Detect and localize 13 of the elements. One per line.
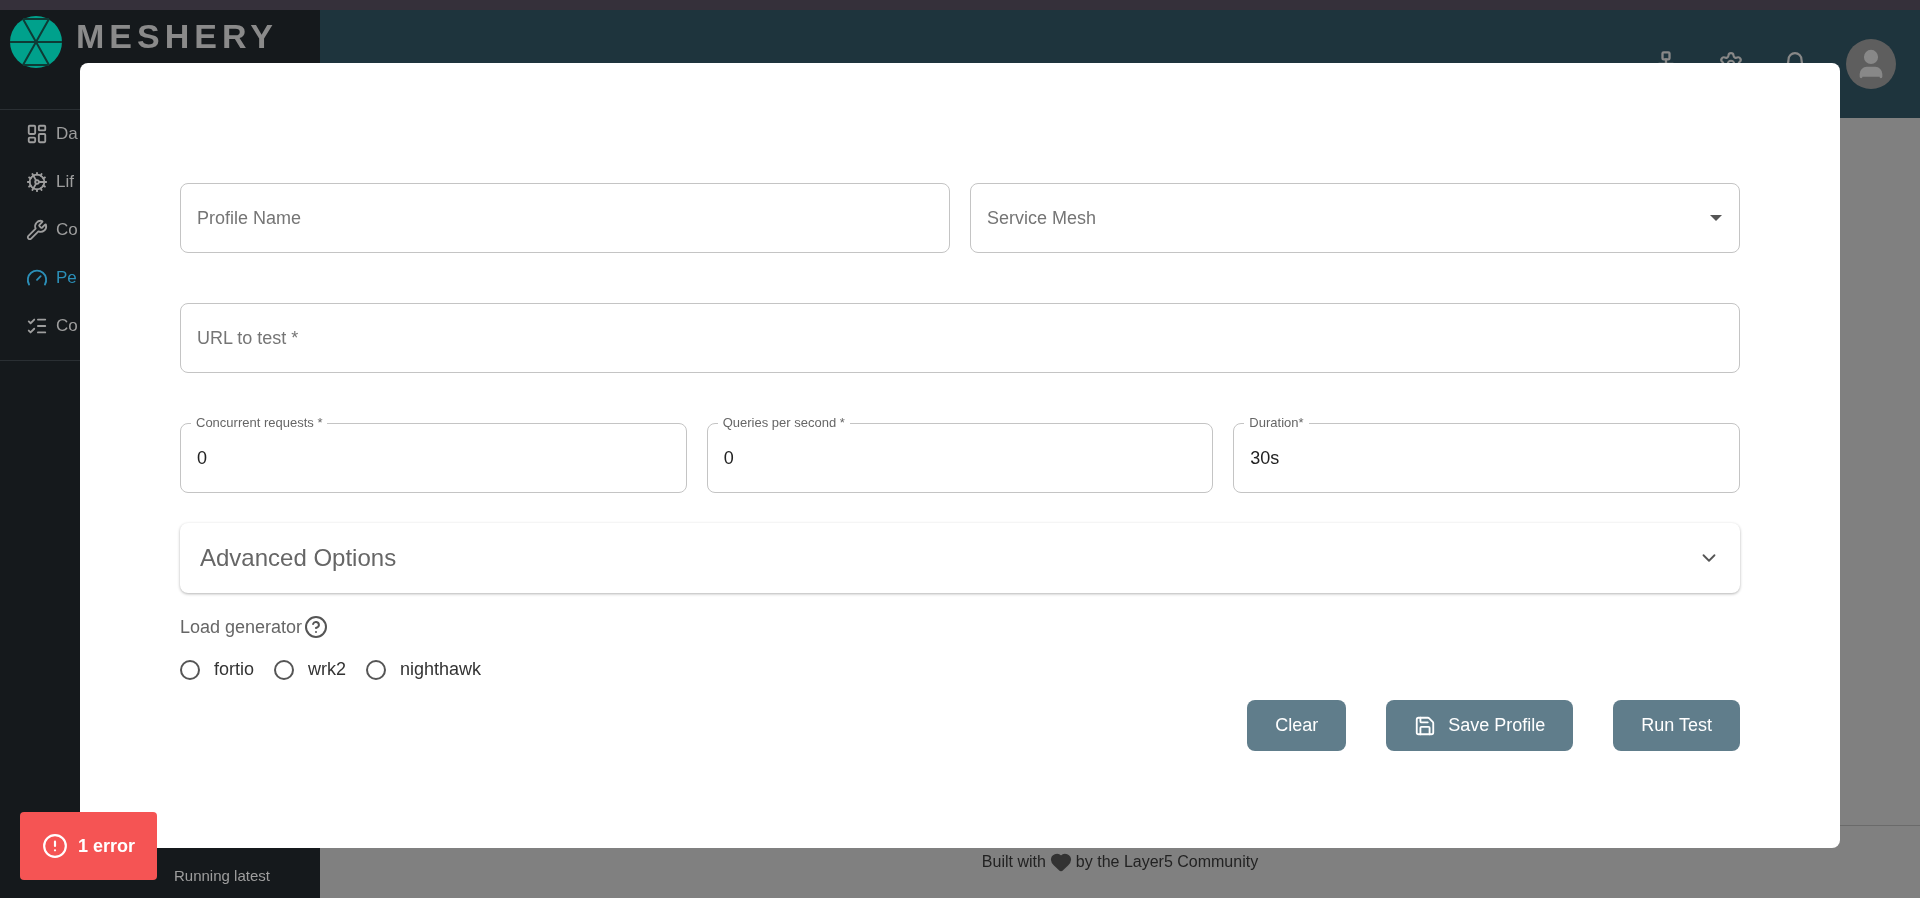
logo-text: MESHERY (76, 16, 278, 56)
footer-text: by the Layer5 Community (1075, 853, 1259, 871)
field-label: Queries per second * (717, 415, 850, 430)
field-label: Duration* (1244, 415, 1309, 430)
field-label: Concurrent requests * (191, 415, 328, 430)
version-text: Running latest (173, 867, 271, 886)
accordion-title: Advanced Options (200, 544, 397, 572)
radio-label: nighthawk (400, 659, 482, 680)
toast-text: 1 error (77, 835, 135, 857)
load-generator-label: Load generator (180, 616, 303, 638)
radio-label: wrk2 (308, 659, 347, 680)
radio-label: fortio (214, 659, 255, 680)
footer-text: Built with (981, 853, 1046, 871)
